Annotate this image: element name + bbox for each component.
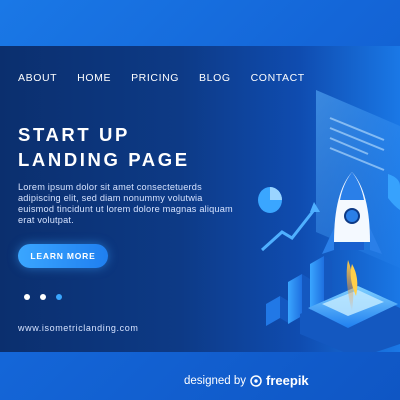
isometric-illustration [258,90,400,352]
hero-headline: START UP LANDING PAGE [18,122,190,172]
carousel-dot-1[interactable] [24,294,30,300]
learn-more-button[interactable]: LEARN MORE [18,244,108,268]
freepik-credit: designed by freepik [184,373,309,388]
landing-card: ABOUT HOME PRICING BLOG CONTACT START UP… [0,46,400,352]
headline-line-2: LANDING PAGE [18,149,190,170]
carousel-dot-2[interactable] [40,294,46,300]
nav-pricing[interactable]: PRICING [131,72,179,84]
nav-blog[interactable]: BLOG [199,72,231,84]
credit-brand: freepik [266,373,309,388]
nav-about[interactable]: ABOUT [18,72,57,84]
headline-line-1: START UP [18,124,130,145]
hero-body: Lorem ipsum dolor sit amet consectetuerd… [18,182,233,225]
credit-prefix: designed by [184,374,247,387]
website-url: www.isometriclanding.com [18,323,139,333]
freepik-logo-icon [250,374,262,387]
pie-chart-illustration [258,187,282,213]
carousel-dot-3[interactable] [56,294,62,300]
nav-home[interactable]: HOME [77,72,111,84]
carousel-dots [24,294,62,300]
